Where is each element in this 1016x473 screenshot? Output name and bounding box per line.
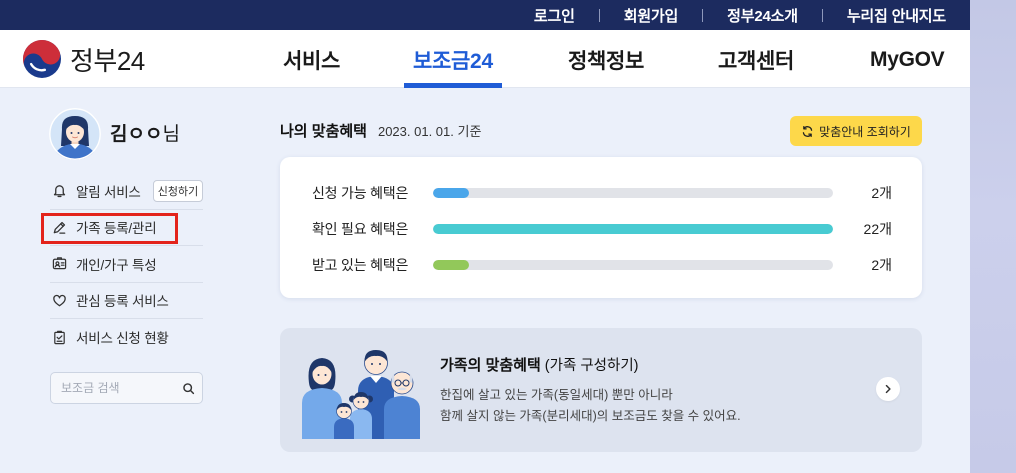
- benefits-heading: 나의 맞춤혜택 2023. 01. 01. 기준: [280, 120, 481, 140]
- id-card-icon: [52, 257, 67, 270]
- benefit-row-applicable: 신청 가능 혜택은 2개: [312, 175, 892, 211]
- benefit-row-needs-check: 확인 필요 혜택은 22개: [312, 211, 892, 247]
- notification-apply-button[interactable]: 신청하기: [153, 179, 203, 202]
- nav-item-subsidy24[interactable]: 보조금24: [404, 30, 502, 88]
- sidebar-item-interest-service[interactable]: 관심 등록 서비스: [50, 283, 203, 319]
- search-icon: [182, 382, 194, 394]
- benefit-row-count: 2개: [871, 257, 892, 273]
- sidebar-item-label: 가족 등록/관리: [76, 221, 157, 237]
- subsidy-search-box: [50, 372, 203, 404]
- progress-bar: [433, 188, 833, 198]
- benefit-row-label: 받고 있는 혜택은: [312, 257, 409, 273]
- benefit-row-count: 2개: [871, 185, 892, 201]
- benefit-row-label: 확인 필요 혜택은: [312, 221, 409, 237]
- refresh-icon: [802, 125, 813, 137]
- user-name: 김ㅇㅇ: [110, 124, 163, 145]
- pencil-icon: [53, 221, 66, 234]
- family-card-title: 가족의 맞춤혜택: [440, 357, 541, 374]
- family-card-heading: 가족의 맞춤혜택 (가족 구성하기): [440, 356, 639, 376]
- subsidy-search-input[interactable]: [51, 373, 174, 403]
- user-name-suffix: 님: [162, 124, 180, 145]
- sidebar-item-label: 서비스 신청 현황: [76, 331, 169, 347]
- main-header: 정부24 서비스 보조금24 정책정보 고객센터 MyGOV: [0, 30, 970, 88]
- separator: [821, 8, 823, 22]
- heart-icon: [53, 294, 66, 307]
- signup-link[interactable]: 회원가입: [624, 5, 679, 26]
- sidebar-item-household-traits[interactable]: 개인/가구 특성: [50, 246, 203, 283]
- nav-item-policy-info[interactable]: 정책정보: [568, 30, 644, 87]
- document-check-icon: [54, 330, 65, 344]
- benefits-date: 2023. 01. 01. 기준: [377, 124, 482, 139]
- family-illustration: [302, 350, 420, 439]
- benefit-summary-card: 신청 가능 혜택은 2개 확인 필요 혜택은 22개 받고 있는 혜택은 2개: [280, 157, 922, 298]
- progress-bar: [433, 260, 833, 270]
- progress-bar-fill: [433, 224, 833, 234]
- benefits-title: 나의 맞춤혜택: [280, 123, 367, 140]
- sidebar-item-family-management[interactable]: 가족 등록/관리: [50, 210, 203, 246]
- nav-item-mygov[interactable]: MyGOV: [870, 30, 945, 87]
- separator: [598, 8, 600, 22]
- family-card-description-line: 함께 살지 않는 가족(분리세대)의 보조금도 찾을 수 있어요.: [440, 409, 741, 423]
- page: 로그인 회원가입 정부24소개 누리집 안내지도 정부24 서비스 보조금24 …: [0, 0, 970, 473]
- about-link[interactable]: 정부24소개: [727, 5, 798, 26]
- progress-bar-fill: [433, 260, 469, 270]
- family-benefit-card: 가족의 맞춤혜택 (가족 구성하기) 한집에 살고 있는 가족(동일세대) 뿐만 …: [280, 328, 922, 452]
- sitemap-link[interactable]: 누리집 안내지도: [847, 5, 946, 26]
- avatar: [49, 108, 101, 160]
- search-button[interactable]: [174, 373, 202, 403]
- nav-item-services[interactable]: 서비스: [283, 30, 340, 87]
- taegeuk-logo-icon: [23, 40, 61, 78]
- progress-bar: [433, 224, 833, 234]
- benefit-lookup-label: 맞춤안내 조회하기: [819, 124, 911, 139]
- benefit-lookup-button[interactable]: 맞춤안내 조회하기: [790, 116, 922, 146]
- logo-link[interactable]: 정부24: [22, 39, 145, 79]
- sidebar-menu: 알림 서비스 신청하기 가족 등록/관리 개인/가구 특성 관심 등록 서비스: [50, 173, 203, 356]
- benefit-row-receiving: 받고 있는 혜택은 2개: [312, 247, 892, 283]
- sidebar-item-label: 알림 서비스: [76, 184, 141, 200]
- family-card-open-button[interactable]: [876, 377, 900, 401]
- user-greeting: 김ㅇㅇ님: [110, 122, 180, 148]
- sidebar-item-label: 개인/가구 특성: [76, 257, 157, 273]
- family-card-subtitle: (가족 구성하기): [544, 358, 639, 374]
- progress-bar-fill: [433, 188, 469, 198]
- background-strip: [970, 0, 1016, 473]
- son-figure: [334, 403, 354, 439]
- top-utility-bar: 로그인 회원가입 정부24소개 누리집 안내지도: [0, 0, 970, 30]
- bell-icon: [53, 185, 66, 198]
- nav-item-customer-center[interactable]: 고객센터: [718, 30, 794, 87]
- benefit-row-count: 22개: [863, 221, 892, 237]
- login-link[interactable]: 로그인: [534, 5, 575, 26]
- sidebar-item-application-status[interactable]: 서비스 신청 현황: [50, 319, 203, 356]
- logo-text: 정부24: [70, 45, 145, 76]
- family-card-description-line: 한집에 살고 있는 가족(동일세대) 뿐만 아니라: [440, 388, 673, 402]
- chevron-right-icon: [885, 384, 891, 394]
- sidebar-item-notification-service[interactable]: 알림 서비스 신청하기: [50, 173, 203, 210]
- separator: [702, 8, 704, 22]
- benefit-row-label: 신청 가능 혜택은: [312, 185, 409, 201]
- sidebar-item-label: 관심 등록 서비스: [76, 294, 169, 310]
